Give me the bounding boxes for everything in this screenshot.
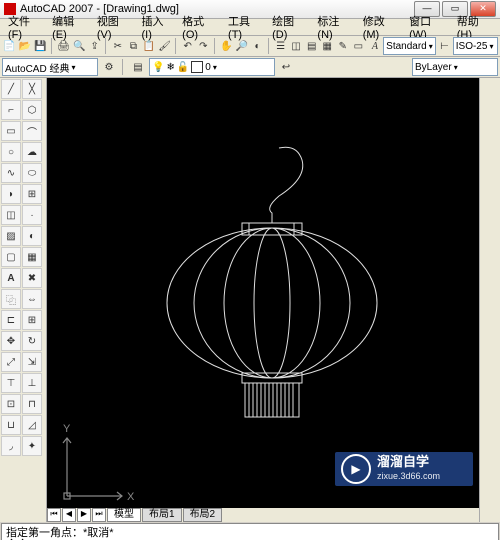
- preview-icon[interactable]: 🔍: [72, 37, 87, 55]
- lineweight-dropdown[interactable]: ByLayer: [412, 58, 498, 76]
- insert-block-tool[interactable]: ⊞: [22, 184, 42, 204]
- workspace-dropdown[interactable]: AutoCAD 经典: [2, 58, 98, 76]
- mtext-tool[interactable]: A: [1, 268, 21, 288]
- undo-icon[interactable]: ↶: [180, 37, 195, 55]
- command-window[interactable]: 指定第一角点：*取消* 命令：: [1, 523, 499, 540]
- trim-tool[interactable]: ⊤: [1, 373, 21, 393]
- copy-tool[interactable]: ⿻: [1, 289, 21, 309]
- layer-name: 0: [205, 62, 211, 73]
- draw-toolbar: ╱ ╳ ⌐ ⬡ ▭ ⌒ ○ ☁ ∿ ⬭ ◗ ⊞ ◫ · ▨ ◐ ▢ ▦ A ✖ …: [0, 78, 47, 522]
- spline-tool[interactable]: ∿: [1, 163, 21, 183]
- tab-nav-first[interactable]: ⏮: [47, 508, 61, 522]
- tab-nav-prev[interactable]: ◀: [62, 508, 76, 522]
- plot-icon[interactable]: 🖨: [56, 37, 71, 55]
- layer-dropdown[interactable]: 💡❄🔓 0: [149, 58, 275, 76]
- explode-tool[interactable]: ✦: [22, 436, 42, 456]
- layout-tabs: ⏮ ◀ ▶ ⏭ 模型 布局1 布局2: [47, 508, 479, 522]
- point-tool[interactable]: ·: [22, 205, 42, 225]
- layer-props-icon[interactable]: ▤: [129, 58, 147, 76]
- menu-bar: 文件(F) 编辑(E) 视图(V) 插入(I) 格式(O) 工具(T) 绘图(D…: [0, 19, 500, 36]
- calc-icon[interactable]: ▭: [351, 37, 366, 55]
- axis-y-label: Y: [63, 423, 71, 435]
- ellipse-tool[interactable]: ⬭: [22, 163, 42, 183]
- region-tool[interactable]: ▢: [1, 247, 21, 267]
- break-point-tool[interactable]: ⊡: [1, 394, 21, 414]
- play-icon: ▶: [341, 454, 371, 484]
- scale-tool[interactable]: ⤢: [1, 352, 21, 372]
- markup-icon[interactable]: ✎: [336, 37, 351, 55]
- array-tool[interactable]: ⊞: [22, 310, 42, 330]
- pan-icon[interactable]: ✋: [219, 37, 234, 55]
- arc-tool[interactable]: ⌒: [22, 121, 42, 141]
- xline-tool[interactable]: ╳: [22, 79, 42, 99]
- gradient-tool[interactable]: ◐: [22, 226, 42, 246]
- command-history-line: 指定第一角点：*取消*: [6, 527, 494, 539]
- layers-toolbar: AutoCAD 经典 ⚙ ▤ 💡❄🔓 0 ↩ ByLayer: [0, 57, 500, 78]
- rectangle-tool[interactable]: ▭: [1, 121, 21, 141]
- break-tool[interactable]: ⊓: [22, 394, 42, 414]
- offset-tool[interactable]: ⊏: [1, 310, 21, 330]
- polygon-tool[interactable]: ⬡: [22, 100, 42, 120]
- rotate-tool[interactable]: ↻: [22, 331, 42, 351]
- ellipse-arc-tool[interactable]: ◗: [1, 184, 21, 204]
- workspace-settings-icon[interactable]: ⚙: [100, 58, 118, 76]
- main-area: ╱ ╳ ⌐ ⬡ ▭ ⌒ ○ ☁ ∿ ⬭ ◗ ⊞ ◫ · ▨ ◐ ▢ ▦ A ✖ …: [0, 78, 500, 522]
- tab-nav-last[interactable]: ⏭: [92, 508, 106, 522]
- tab-model[interactable]: 模型: [107, 508, 141, 522]
- revcloud-tool[interactable]: ☁: [22, 142, 42, 162]
- watermark-brand: 溜溜自学: [377, 455, 440, 469]
- fillet-tool[interactable]: ◞: [1, 436, 21, 456]
- publish-icon[interactable]: ⇪: [87, 37, 102, 55]
- zoom-icon[interactable]: 🔎: [235, 37, 250, 55]
- axis-x-label: X: [127, 491, 135, 503]
- paste-icon[interactable]: 📋: [142, 37, 157, 55]
- design-center-icon[interactable]: ◫: [289, 37, 304, 55]
- erase-tool[interactable]: ✖: [22, 268, 42, 288]
- circle-tool[interactable]: ○: [1, 142, 21, 162]
- text-style-dropdown[interactable]: Standard: [383, 37, 436, 55]
- polyline-tool[interactable]: ⌐: [1, 100, 21, 120]
- table-tool[interactable]: ▦: [22, 247, 42, 267]
- chamfer-tool[interactable]: ◿: [22, 415, 42, 435]
- copy-icon[interactable]: ⧉: [126, 37, 141, 55]
- tab-nav-next[interactable]: ▶: [77, 508, 91, 522]
- extend-tool[interactable]: ⊥: [22, 373, 42, 393]
- properties-icon[interactable]: ☰: [273, 37, 288, 55]
- make-block-tool[interactable]: ◫: [1, 205, 21, 225]
- open-icon[interactable]: 📂: [18, 37, 33, 55]
- new-icon[interactable]: 📄: [2, 37, 17, 55]
- dim-style-icon[interactable]: ⊢: [437, 37, 452, 55]
- zoom-prev-icon[interactable]: ◐: [250, 37, 265, 55]
- layer-prev-icon[interactable]: ↩: [277, 58, 295, 76]
- dim-style-dropdown[interactable]: ISO-25: [453, 37, 498, 55]
- tab-layout1[interactable]: 布局1: [142, 508, 182, 522]
- matchprop-icon[interactable]: 🖌: [157, 37, 172, 55]
- watermark: ▶ 溜溜自学 zixue.3d66.com: [335, 452, 473, 486]
- standard-toolbar: 📄 📂 💾 🖨 🔍 ⇪ ✂ ⧉ 📋 🖌 ↶ ↷ ✋ 🔎 ◐ ☰ ◫ ▤ ▦ ✎ …: [0, 36, 500, 57]
- save-icon[interactable]: 💾: [33, 37, 48, 55]
- line-tool[interactable]: ╱: [1, 79, 21, 99]
- text-style-icon[interactable]: A: [368, 37, 383, 55]
- stretch-tool[interactable]: ⇲: [22, 352, 42, 372]
- hatch-tool[interactable]: ▨: [1, 226, 21, 246]
- tab-layout2[interactable]: 布局2: [183, 508, 223, 522]
- redo-icon[interactable]: ↷: [196, 37, 211, 55]
- cut-icon[interactable]: ✂: [111, 37, 126, 55]
- move-tool[interactable]: ✥: [1, 331, 21, 351]
- join-tool[interactable]: ⊔: [1, 415, 21, 435]
- mirror-tool[interactable]: ⇔: [22, 289, 42, 309]
- drawing-canvas[interactable]: X Y ⏮ ◀ ▶ ⏭ 模型 布局1 布局2 ▶ 溜溜自学 zixue.3d66…: [47, 78, 479, 522]
- sheetset-icon[interactable]: ▦: [320, 37, 335, 55]
- tool-palettes-icon[interactable]: ▤: [304, 37, 319, 55]
- watermark-url: zixue.3d66.com: [377, 469, 440, 483]
